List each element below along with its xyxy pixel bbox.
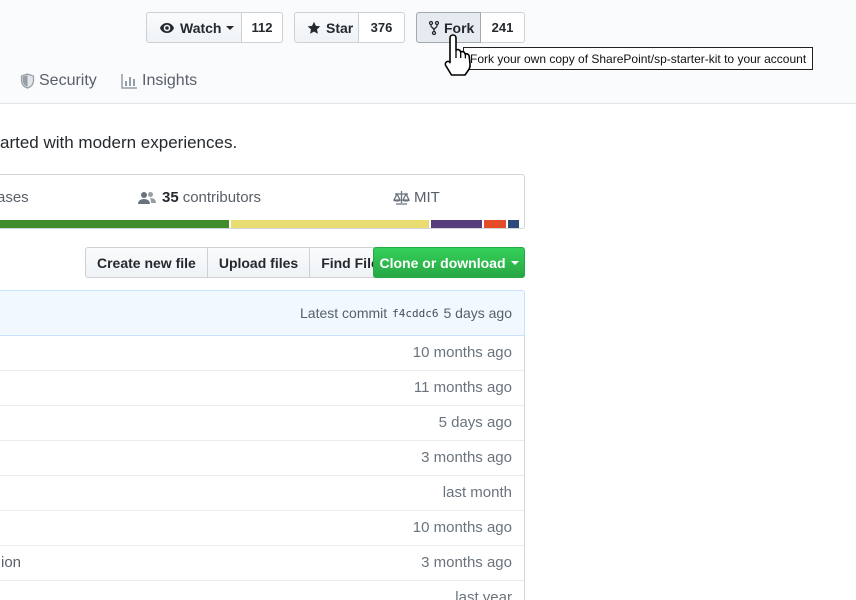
upload-files-button[interactable]: Upload files — [206, 247, 311, 278]
commit-age: 3 months ago — [421, 554, 512, 571]
releases-link[interactable]: ases — [0, 189, 29, 206]
chevron-down-icon — [226, 25, 235, 30]
file-row[interactable]: 10 months ago — [0, 511, 524, 546]
commit-age: 10 months ago — [412, 519, 512, 536]
file-row[interactable]: 5 days ago — [0, 406, 524, 441]
commit-age: last year — [455, 589, 512, 600]
watch-button-group: Watch 112 — [146, 12, 283, 43]
tab-insights[interactable]: Insights — [121, 72, 197, 90]
watch-label: Watch — [180, 19, 222, 36]
watch-count[interactable]: 112 — [242, 12, 283, 43]
star-label: Star — [326, 19, 354, 36]
contributors-link[interactable]: 35 contributors — [138, 189, 261, 206]
language-bar-segment[interactable] — [228, 220, 430, 228]
file-navigation-buttons: Create new file Upload files Find File — [85, 247, 391, 278]
language-bar-segment[interactable] — [505, 220, 519, 228]
shield-icon — [20, 73, 35, 89]
file-row[interactable]: last month — [0, 476, 524, 511]
tab-security[interactable]: Security — [20, 72, 97, 90]
repo-description: arted with modern experiences. — [0, 133, 238, 152]
latest-commit-label: Latest commit — [300, 305, 388, 321]
commit-age: 11 months ago — [413, 379, 512, 396]
people-icon — [138, 191, 156, 205]
watch-button[interactable]: Watch — [146, 12, 242, 43]
commit-message-link[interactable]: ion — [1, 554, 21, 571]
commit-sha-link[interactable]: f4cddc6 — [392, 307, 438, 320]
file-row[interactable]: 11 months ago — [0, 371, 524, 406]
graph-icon — [121, 73, 138, 89]
license-label: MIT — [414, 189, 440, 206]
contributors-count: 35 — [162, 189, 179, 206]
clone-or-download-button[interactable]: Clone or download — [373, 247, 525, 278]
releases-label: ases — [0, 189, 29, 206]
fork-count[interactable]: 241 — [481, 12, 525, 43]
commit-age: 5 days ago — [438, 414, 512, 431]
star-button[interactable]: Star — [294, 12, 359, 43]
license-link[interactable]: MIT — [393, 189, 440, 206]
language-bar-segment[interactable] — [481, 220, 506, 228]
commit-age: last month — [442, 484, 512, 501]
commit-age: 10 months ago — [412, 344, 512, 361]
language-bar-segment[interactable] — [0, 220, 229, 228]
tab-insights-label: Insights — [142, 72, 198, 89]
file-row[interactable]: ion 3 months ago — [0, 546, 524, 581]
star-icon — [307, 21, 321, 35]
tab-security-label: Security — [39, 72, 97, 89]
law-icon — [393, 190, 410, 205]
language-bar[interactable] — [0, 220, 524, 228]
repo-stats: ases 35 contributors MIT — [0, 174, 525, 229]
commit-age: 3 months ago — [421, 449, 512, 466]
file-row[interactable]: 10 months ago — [0, 336, 524, 371]
hand-cursor-icon — [441, 32, 475, 81]
fork-tooltip: Fork your own copy of SharePoint/sp-star… — [463, 47, 814, 70]
file-list: 10 months ago 11 months ago 5 days ago 3 mo… — [0, 336, 525, 600]
star-count[interactable]: 376 — [359, 12, 405, 43]
contributors-label: contributors — [182, 189, 262, 206]
commit-age: 5 days ago — [443, 305, 513, 321]
file-row[interactable]: 3 months ago — [0, 441, 524, 476]
language-bar-segment[interactable] — [429, 220, 482, 228]
chevron-down-icon — [510, 260, 519, 265]
file-row[interactable]: last year — [0, 581, 524, 600]
eye-icon — [159, 20, 175, 36]
create-new-file-button[interactable]: Create new file — [85, 247, 208, 278]
star-button-group: Star 376 — [294, 12, 405, 43]
latest-commit-bar: Latest commit f4cddc6 5 days ago — [0, 290, 525, 336]
repo-forked-icon — [429, 20, 439, 36]
clone-label: Clone or download — [379, 254, 506, 271]
